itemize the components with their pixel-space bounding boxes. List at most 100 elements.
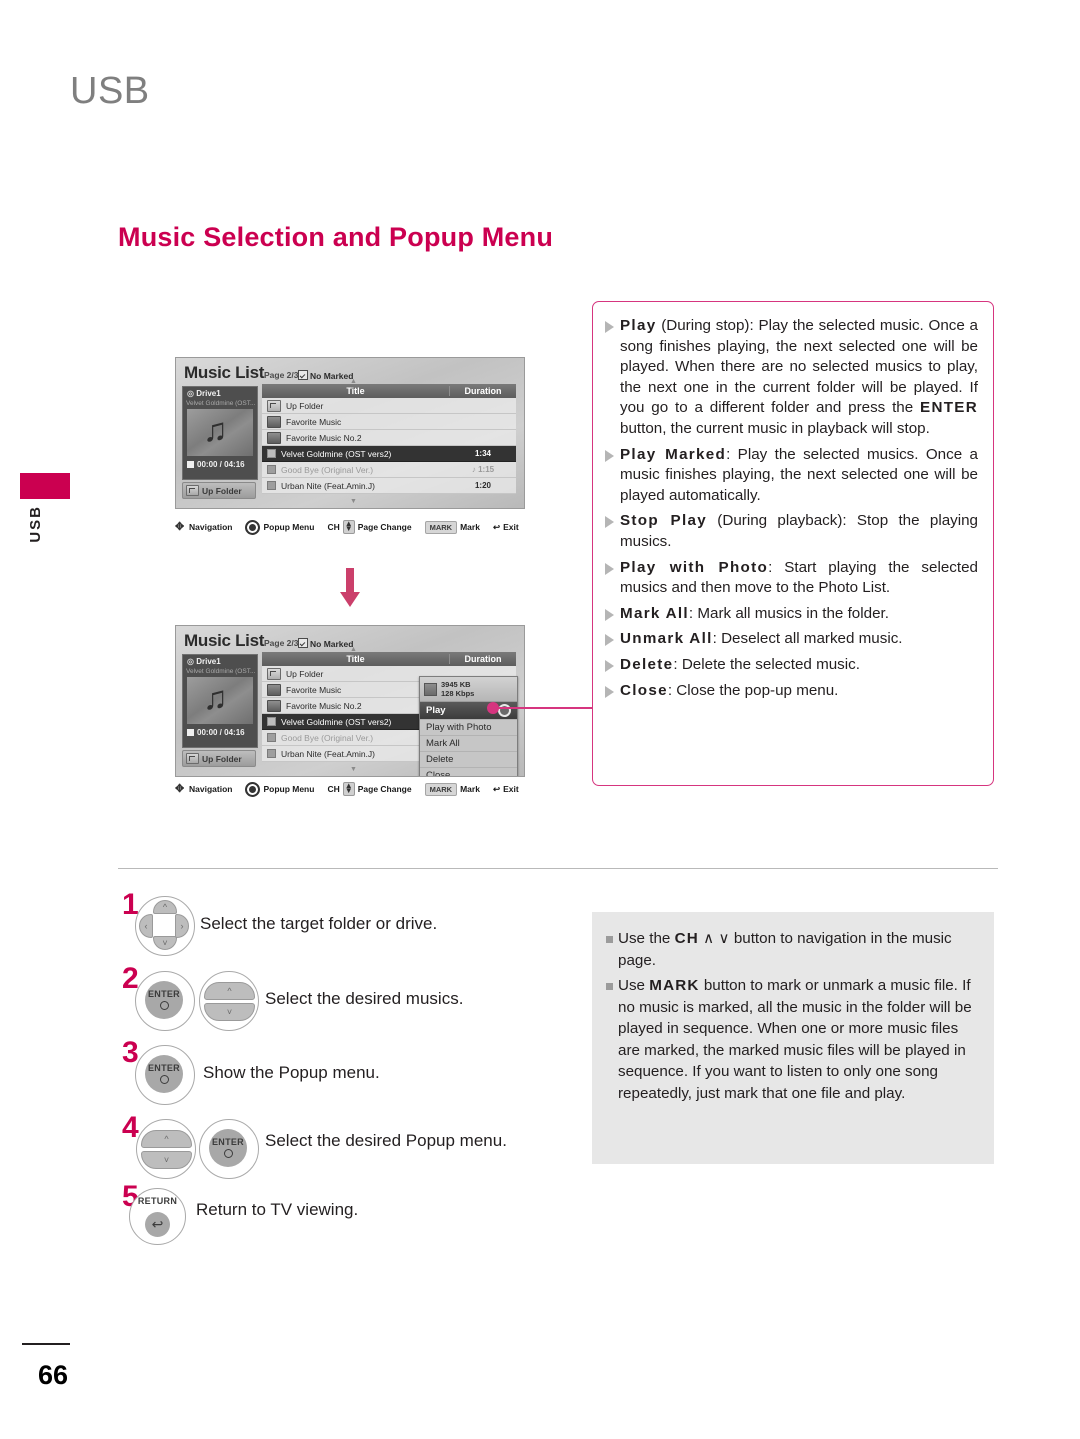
callout-item: Play with Photo: Start playing the selec… — [605, 558, 978, 599]
note-key: MARK — [649, 977, 700, 994]
enter-button[interactable]: ENTER — [135, 1045, 195, 1105]
popup-item-delete[interactable]: Delete — [420, 752, 517, 768]
drive-info-panel: ◎ Drive1 Velvet Goldmine (OST... ♫ 00:00… — [182, 654, 258, 748]
callout-term: Unmark All — [620, 630, 713, 648]
popup-item-play-with-photo[interactable]: Play with Photo — [420, 720, 517, 736]
callout-item: Play (During stop): Play the selected mu… — [605, 316, 978, 440]
up-arrow-icon[interactable]: ^ — [141, 1130, 192, 1148]
music-list-screenshot-bottom: Music List Page 2/3 No Marked ◎ Drive1 V… — [175, 625, 525, 777]
popup-item-close[interactable]: Close — [420, 768, 517, 776]
callout-term: Play Marked — [620, 445, 727, 463]
legend-mark: MARK Mark — [424, 782, 480, 796]
step-text: Select the target folder or drive. — [200, 914, 438, 933]
step-number: 4 — [122, 1111, 139, 1144]
screenshot-title: Music List — [184, 363, 265, 382]
note-pre: Use — [618, 977, 650, 994]
stop-icon — [187, 461, 194, 468]
table-row[interactable]: Favorite Music No.2 — [262, 430, 516, 446]
album-art: ♫ — [187, 409, 253, 456]
return-arrow-icon: ↩ — [151, 1216, 164, 1232]
enter-button[interactable]: ENTER — [199, 1119, 259, 1179]
table-row[interactable]: Urban Nite (Feat.Amin.J) 1:20 — [262, 478, 516, 494]
screenshot-legend-bottom: ✥ Navigation Popup Menu CH ▲ ▼ Page Change M… — [175, 781, 527, 797]
page-indicator: Page 2/3 — [264, 638, 299, 648]
enter-dot-icon — [245, 519, 261, 535]
return-label: RETURN — [137, 1196, 178, 1206]
callout-term: Stop Play — [620, 512, 707, 530]
folder-icon — [267, 415, 281, 428]
enter-label: ENTER — [147, 989, 180, 999]
popup-item-mark-all[interactable]: Mark All — [420, 736, 517, 752]
dpad-down-icon[interactable]: ˅ — [153, 936, 177, 950]
legend-page-change: CH ▲ ▼ Page Change — [327, 519, 412, 534]
flow-down-arrow-icon — [340, 568, 360, 607]
legend-page-change: CH ▲ ▼ Page Change — [327, 781, 412, 796]
page-header-title: USB — [70, 70, 150, 112]
callout-term: Play — [620, 317, 657, 334]
legend-mark: MARK Mark — [424, 520, 480, 534]
return-icon: ↩ — [492, 783, 501, 794]
enter-dot-icon — [159, 1075, 169, 1084]
file-bitrate: 128 Kbps — [441, 689, 475, 698]
page-indicator: Page 2/3 — [264, 370, 299, 380]
triangle-bullet-icon — [605, 562, 614, 575]
enter-button[interactable]: ENTER — [135, 971, 195, 1031]
callout-item: Close: Close the pop-up menu. — [605, 681, 978, 702]
usb-drive-icon: ◎ — [187, 657, 194, 666]
mark-key-icon: MARK — [424, 520, 458, 534]
up-arrow-icon[interactable]: ^ — [204, 982, 255, 1000]
callout-text: : Mark all musics in the folder. — [688, 604, 889, 622]
mark-box-icon — [267, 465, 276, 474]
callout-text: (During stop): Play the selected music. … — [620, 317, 978, 437]
step-text: Return to TV viewing. — [196, 1200, 359, 1219]
callout-term: Close — [620, 681, 668, 699]
triangle-bullet-icon — [605, 659, 614, 672]
dpad-button[interactable]: ^ ˅ ‹ › — [135, 896, 195, 956]
callout-item: Unmark All: Deselect all marked music. — [605, 629, 978, 650]
mark-box-icon — [267, 749, 276, 758]
enter-label: ENTER — [147, 1063, 180, 1073]
playback-time: 00:00 / 04:16 — [187, 728, 245, 737]
folder-icon — [267, 683, 281, 696]
table-row[interactable]: Favorite Music — [262, 414, 516, 430]
enter-dot-icon — [223, 1149, 233, 1158]
note-item: Use the CH ∧ ∨ button to navigation in t… — [606, 928, 976, 971]
up-folder-icon — [267, 667, 281, 680]
table-row[interactable]: Good Bye (Original Ver.) ♪ 1:15 — [262, 462, 516, 478]
table-header: Title Duration — [262, 652, 516, 666]
step-text: Select the desired Popup menu. — [265, 1131, 507, 1150]
mark-box-icon — [267, 717, 276, 726]
legend-navigation: ✥ Navigation — [175, 782, 233, 795]
marked-status: No Marked — [298, 638, 353, 649]
square-bullet-icon — [606, 936, 613, 943]
table-row[interactable]: Velvet Goldmine (OST vers2) 1:34 — [262, 446, 516, 462]
triangle-bullet-icon — [605, 634, 614, 647]
enter-dot-icon — [159, 1001, 169, 1010]
dpad-right-icon[interactable]: › — [175, 914, 189, 938]
folder-icon — [267, 699, 281, 712]
updown-button[interactable]: ^ ˅ — [136, 1119, 196, 1179]
table-row[interactable]: Up Folder — [262, 398, 516, 414]
down-arrow-icon[interactable]: ˅ — [141, 1151, 192, 1169]
triangle-bullet-icon — [605, 685, 614, 698]
callout-text: : Delete the selected music. — [673, 655, 860, 673]
note-pre: Use the — [618, 930, 675, 947]
up-folder-icon — [186, 485, 199, 496]
music-list-table: Title Duration Up Folder Favorite Music … — [262, 384, 516, 502]
triangle-bullet-icon — [605, 608, 614, 621]
dpad-up-icon[interactable]: ^ — [153, 900, 177, 914]
down-arrow-icon[interactable]: ˅ — [204, 1003, 255, 1021]
return-button[interactable]: RETURN ↩ — [129, 1188, 186, 1245]
callout-connector-line — [493, 707, 593, 709]
updown-button[interactable]: ^ ˅ — [199, 971, 259, 1031]
callout-connector-dot — [487, 702, 499, 714]
up-folder-button[interactable]: Up Folder — [182, 750, 256, 767]
legend-exit: ↩ Exit — [492, 783, 519, 795]
legend-navigation: ✥ Navigation — [175, 520, 233, 533]
dpad-left-icon[interactable]: ‹ — [139, 914, 153, 938]
album-art: ♫ — [187, 677, 253, 724]
note-mid: ∧ ∨ — [698, 930, 734, 947]
popup-item-play[interactable]: Play — [420, 702, 517, 720]
up-folder-button[interactable]: Up Folder — [182, 482, 256, 499]
folder-icon — [267, 431, 281, 444]
